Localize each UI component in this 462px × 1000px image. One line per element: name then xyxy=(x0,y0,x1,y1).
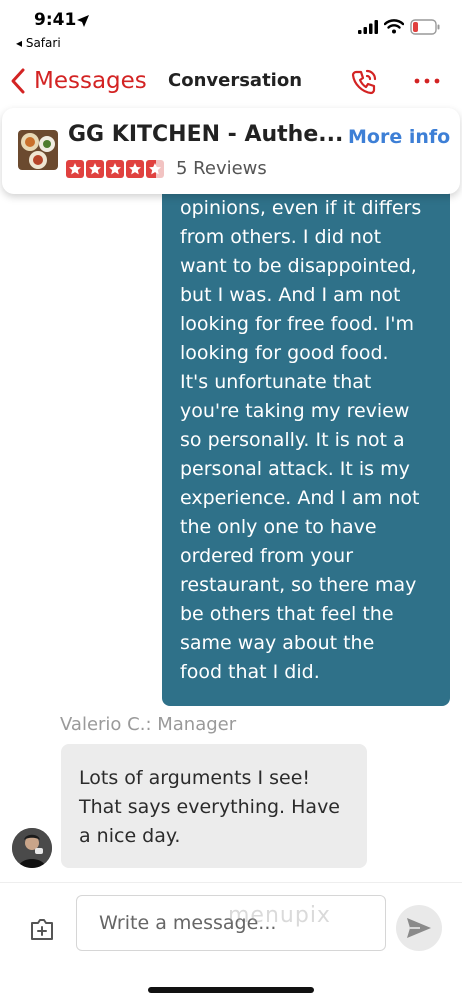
outgoing-message-text: opinions, even if it differs from others… xyxy=(180,197,422,683)
add-attachment-icon[interactable] xyxy=(28,915,56,943)
business-thumbnail[interactable] xyxy=(18,130,58,170)
phone-icon[interactable] xyxy=(348,66,380,98)
star-icon xyxy=(86,160,104,178)
page-title: Conversation xyxy=(168,70,303,91)
chevron-left-icon xyxy=(11,68,25,94)
incoming-message: Lots of arguments I see! That says every… xyxy=(61,744,367,868)
message-composer: menupix xyxy=(0,882,462,1000)
food-photo-icon xyxy=(18,130,58,170)
send-icon xyxy=(407,918,431,938)
back-button-label: Messages xyxy=(34,68,147,94)
star-icon xyxy=(106,160,124,178)
avatar[interactable] xyxy=(12,828,52,868)
status-time: 9:41 xyxy=(34,10,77,30)
more-info-link[interactable]: More info xyxy=(348,126,450,148)
send-button[interactable] xyxy=(396,905,442,951)
half-star-icon xyxy=(146,160,164,178)
home-indicator[interactable] xyxy=(148,987,314,993)
more-icon[interactable] xyxy=(412,66,442,96)
back-to-safari[interactable]: ◂ Safari xyxy=(16,36,61,50)
business-header-card: GG KITCHEN - Authe... More info 5 Review… xyxy=(2,108,460,194)
wifi-icon xyxy=(384,19,404,34)
star-icon xyxy=(66,160,84,178)
review-count[interactable]: 5 Reviews xyxy=(176,158,267,179)
star-rating xyxy=(66,160,164,178)
outgoing-message: opinions, even if it differs from others… xyxy=(162,160,450,706)
signal-icon xyxy=(358,20,378,34)
status-bar: 9:41 ◂ Safari xyxy=(0,0,462,56)
business-name[interactable]: GG KITCHEN - Authe... xyxy=(68,122,344,147)
sender-label: Valerio C.: Manager xyxy=(60,714,237,735)
back-button[interactable]: Messages xyxy=(8,64,147,98)
incoming-message-text: Lots of arguments I see! That says every… xyxy=(79,767,340,847)
person-photo-icon xyxy=(12,828,52,868)
battery-low-icon xyxy=(410,19,440,35)
message-input[interactable] xyxy=(76,895,386,951)
nav-bar: Messages Conversation xyxy=(0,58,462,104)
location-arrow-icon xyxy=(77,15,89,27)
star-icon xyxy=(126,160,144,178)
